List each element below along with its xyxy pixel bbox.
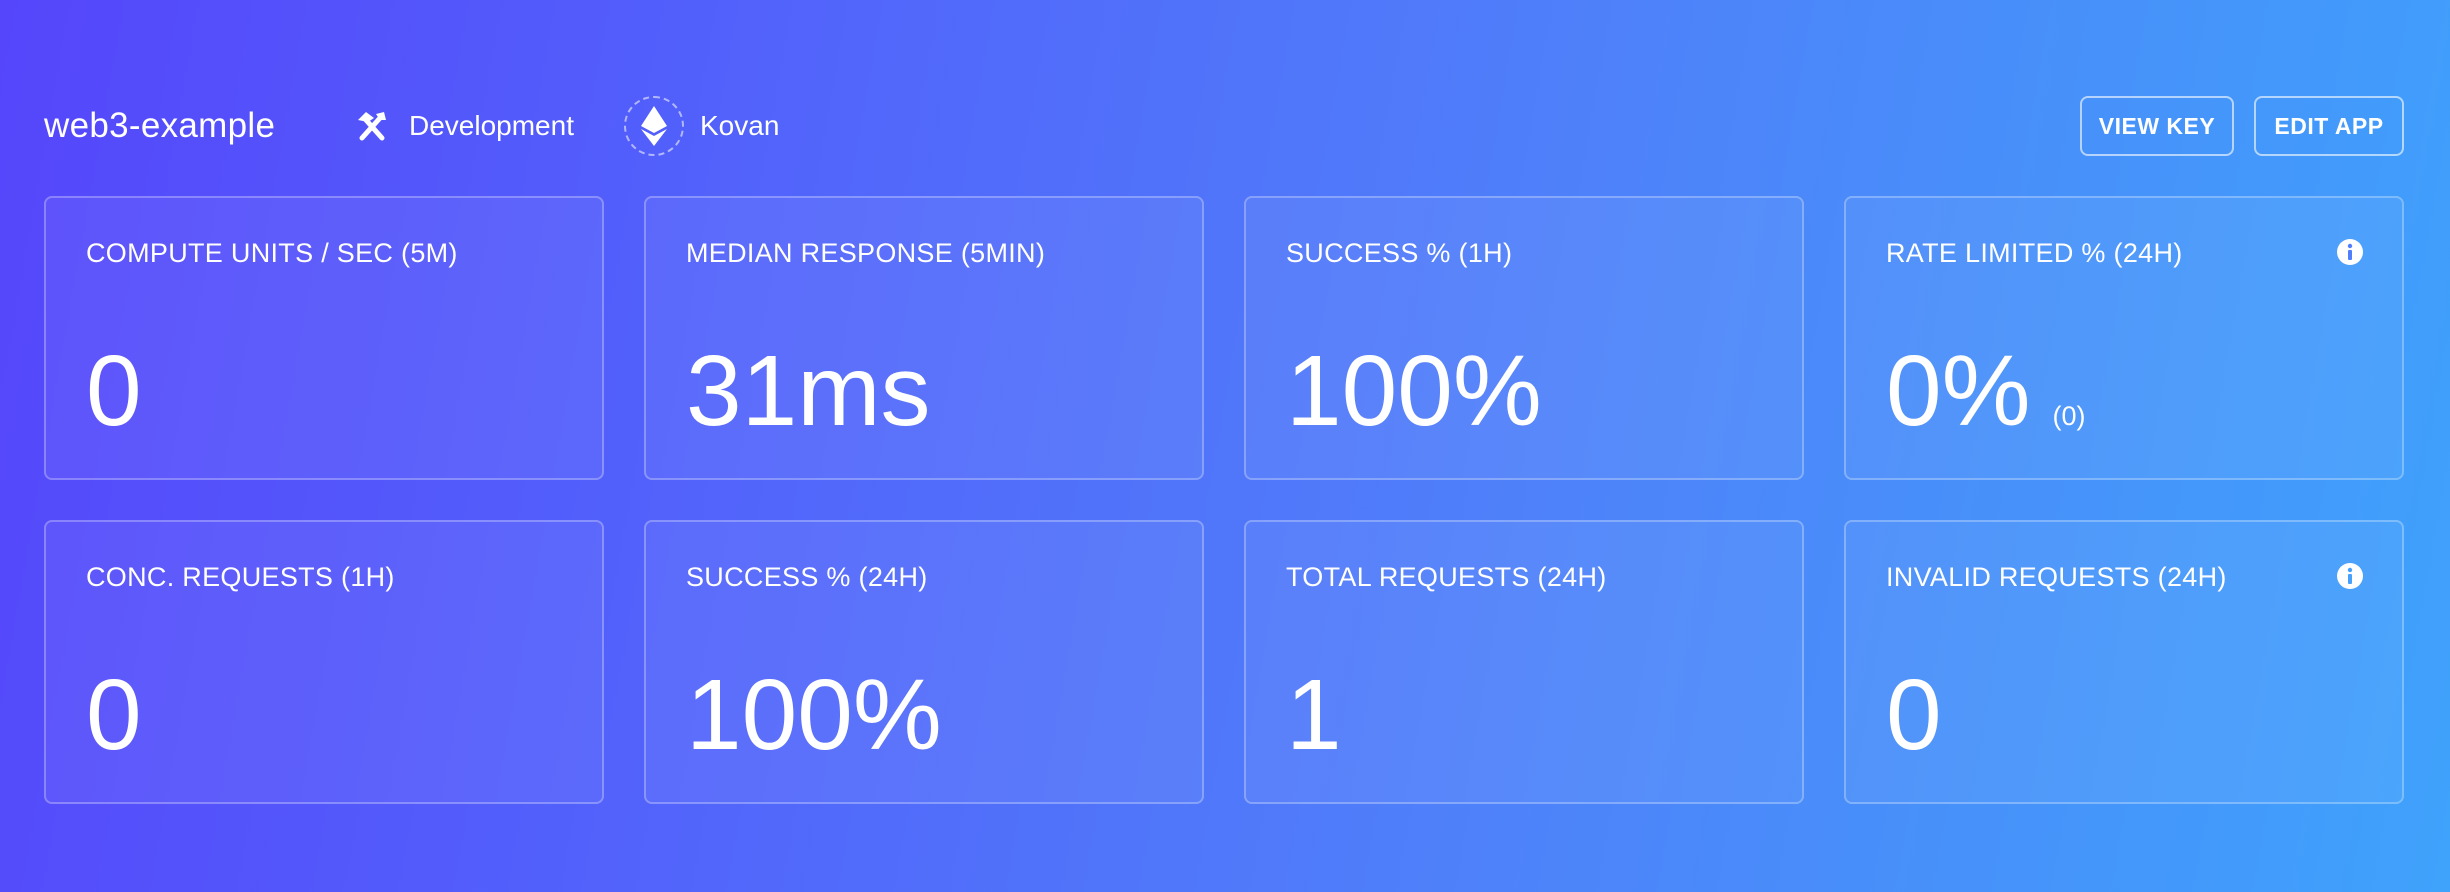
network-badge: Kovan xyxy=(624,96,779,156)
metric-title: INVALID REQUESTS (24H) xyxy=(1886,562,2227,592)
metric-card-compute-units: COMPUTE UNITS / SEC (5M) 0 xyxy=(44,196,604,480)
metric-title: COMPUTE UNITS / SEC (5M) xyxy=(86,238,458,268)
ethereum-icon xyxy=(624,96,684,156)
info-icon[interactable] xyxy=(2336,238,2364,266)
metric-card-rate-limited: RATE LIMITED % (24H) 0% (0) xyxy=(1844,196,2404,480)
metric-title: SUCCESS % (1H) xyxy=(1286,238,1513,268)
metric-title: CONC. REQUESTS (1H) xyxy=(86,562,395,592)
metric-title: RATE LIMITED % (24H) xyxy=(1886,238,2183,268)
info-icon[interactable] xyxy=(2336,562,2364,590)
metric-card-success-24h: SUCCESS % (24H) 100% xyxy=(644,520,1204,804)
edit-app-button[interactable]: EDIT APP xyxy=(2254,96,2404,156)
app-title: web3-example xyxy=(44,106,276,145)
metric-value: 31ms xyxy=(686,335,931,447)
metric-value: 1 xyxy=(1286,659,1342,771)
environment-label: Development xyxy=(409,110,574,141)
metric-title: TOTAL REQUESTS (24H) xyxy=(1286,562,1607,592)
metric-title: MEDIAN RESPONSE (5MIN) xyxy=(686,238,1046,268)
metric-card-median-response: MEDIAN RESPONSE (5MIN) 31ms xyxy=(644,196,1204,480)
metric-value: 0 xyxy=(1886,659,1942,771)
metric-value: 0 xyxy=(86,659,142,771)
metric-value: 100% xyxy=(686,659,942,771)
environment-badge: Development xyxy=(353,102,574,150)
network-label: Kovan xyxy=(700,110,780,141)
metric-value: 100% xyxy=(1286,335,1542,447)
metric-value: 0% xyxy=(1886,335,2031,447)
app-header: web3-example Development Kovan VIEW KEY … xyxy=(0,0,2450,190)
view-key-button[interactable]: VIEW KEY xyxy=(2080,96,2234,156)
metric-card-invalid-requests: INVALID REQUESTS (24H) 0 xyxy=(1844,520,2404,804)
metric-count: (0) xyxy=(2052,401,2086,431)
metric-title: SUCCESS % (24H) xyxy=(686,562,928,592)
metric-value: 0 xyxy=(86,335,142,447)
hammer-pick-icon xyxy=(353,107,391,145)
metric-card-concurrent-requests: CONC. REQUESTS (1H) 0 xyxy=(44,520,604,804)
metric-card-total-requests: TOTAL REQUESTS (24H) 1 xyxy=(1244,520,1804,804)
metric-card-success-1h: SUCCESS % (1H) 100% xyxy=(1244,196,1804,480)
